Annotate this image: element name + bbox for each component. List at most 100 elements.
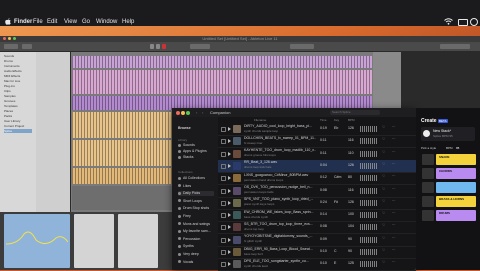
like-icon[interactable]: ♡: [382, 236, 385, 241]
nav-library-item[interactable]: Sounds: [178, 143, 195, 148]
nav-browse[interactable]: Browse: [178, 126, 191, 131]
play-icon[interactable]: [228, 225, 231, 230]
browser-item[interactable]: Places: [4, 109, 32, 113]
pack-thumbnail[interactable]: [233, 211, 241, 220]
back-icon[interactable]: ‹: [196, 110, 197, 115]
play-icon[interactable]: [228, 262, 231, 267]
browser-item[interactable]: Instruments: [4, 64, 32, 68]
nav-collection-item[interactable]: Synths: [178, 244, 214, 249]
minimize-icon[interactable]: [8, 37, 11, 40]
stack-play-button[interactable]: [423, 130, 430, 137]
pack-thumbnail[interactable]: [233, 125, 241, 133]
battery-icon[interactable]: [458, 19, 468, 26]
play-icon[interactable]: [228, 213, 231, 218]
menu-finder[interactable]: Finder: [14, 19, 32, 25]
maximize-icon[interactable]: [13, 37, 16, 40]
more-icon[interactable]: ⋯: [392, 236, 396, 241]
companion-minimize-icon[interactable]: [181, 111, 185, 115]
nav-collection-item[interactable]: Percussion: [178, 237, 214, 242]
stop-button[interactable]: [156, 44, 160, 49]
menu-go[interactable]: Go: [82, 19, 90, 25]
card-thumbnail[interactable]: [422, 154, 434, 165]
browser-item[interactable]: Samples: [4, 94, 32, 98]
pack-thumbnail[interactable]: [233, 161, 241, 170]
search-input[interactable]: Search Splice: [330, 110, 380, 115]
more-icon[interactable]: ⋯: [392, 187, 396, 192]
companion-close-icon[interactable]: [176, 111, 180, 115]
row-checkbox[interactable]: [221, 139, 226, 145]
like-icon[interactable]: ♡: [382, 223, 385, 228]
nav-collection-item[interactable]: Mons and swings: [178, 222, 214, 227]
like-icon[interactable]: ♡: [382, 174, 385, 179]
row-checkbox[interactable]: [221, 225, 226, 231]
play-icon[interactable]: [228, 176, 231, 181]
like-icon[interactable]: ♡: [382, 125, 385, 130]
nav-collection-item[interactable]: All Collections: [178, 176, 214, 181]
record-button[interactable]: [162, 44, 166, 49]
control-center-icon[interactable]: [470, 18, 478, 26]
bpm-value[interactable]: 95: [456, 146, 459, 150]
row-checkbox[interactable]: [221, 127, 226, 132]
browser-item[interactable]: Current Project: [4, 124, 32, 128]
play-button[interactable]: [150, 44, 154, 49]
browser-item[interactable]: Audio Effects: [4, 69, 32, 73]
menu-edit[interactable]: Edit: [47, 19, 57, 25]
compressor-device[interactable]: [74, 214, 114, 268]
play-icon[interactable]: [228, 237, 231, 242]
row-checkbox[interactable]: [221, 151, 226, 157]
like-icon[interactable]: ♡: [382, 162, 385, 167]
position-field[interactable]: [190, 44, 210, 49]
row-checkbox[interactable]: [221, 176, 226, 182]
wifi-icon[interactable]: [444, 18, 453, 25]
pack-thumbnail[interactable]: [233, 223, 241, 232]
nav-collection-item[interactable]: Short Loops: [178, 199, 214, 204]
more-icon[interactable]: ⋯: [392, 150, 396, 155]
browser-item[interactable]: MIDI Effects: [4, 74, 32, 78]
nav-collection-item[interactable]: Very deep: [178, 252, 214, 257]
like-icon[interactable]: ♡: [382, 199, 385, 204]
more-icon[interactable]: ⋯: [392, 211, 396, 216]
more-icon[interactable]: ⋯: [392, 125, 396, 130]
browser-item[interactable]: Drums: [4, 59, 32, 63]
pack-thumbnail[interactable]: [233, 260, 241, 269]
pack-thumbnail[interactable]: [233, 137, 241, 146]
apple-icon[interactable]: [5, 18, 11, 25]
forward-icon[interactable]: ›: [202, 110, 203, 115]
stack-layer-card[interactable]: [436, 182, 476, 193]
play-icon[interactable]: [228, 250, 231, 254]
browser-item[interactable]: Max for Live: [4, 79, 32, 83]
more-icon[interactable]: ⋯: [392, 162, 396, 167]
row-checkbox[interactable]: [221, 200, 226, 206]
pack-thumbnail[interactable]: [233, 235, 241, 244]
card-thumbnail[interactable]: [422, 210, 434, 221]
reverb-device[interactable]: [118, 214, 158, 268]
browser-item[interactable]: Templates: [4, 104, 32, 108]
browser-item[interactable]: Sounds: [4, 54, 32, 58]
nav-collection-item[interactable]: Firey: [178, 214, 214, 219]
like-icon[interactable]: ♡: [382, 248, 385, 253]
like-icon[interactable]: ♡: [382, 211, 385, 216]
nav-collection-item[interactable]: Likes: [178, 184, 214, 189]
nav-collection-item[interactable]: Vocals: [178, 260, 214, 265]
nav-collection-item[interactable]: My favorite sam...: [178, 229, 214, 234]
row-checkbox[interactable]: [221, 188, 226, 194]
menu-help[interactable]: Help: [122, 19, 134, 25]
like-icon[interactable]: ♡: [382, 137, 385, 142]
play-icon[interactable]: [228, 139, 231, 144]
pick-style-button[interactable]: Pick a style: [421, 146, 436, 150]
close-icon[interactable]: [3, 37, 6, 40]
play-icon[interactable]: [228, 188, 231, 193]
nav-library-item[interactable]: Apps & Plugins: [178, 149, 207, 154]
nav-collection-item[interactable]: Drum Stop shots: [178, 206, 214, 211]
menu-window[interactable]: Window: [96, 19, 117, 25]
browser-item[interactable]: Clips: [4, 89, 32, 93]
row-checkbox[interactable]: [221, 250, 226, 255]
browser-item[interactable]: User Library: [4, 119, 32, 123]
menu-file[interactable]: File: [33, 19, 43, 25]
pack-thumbnail[interactable]: [233, 186, 241, 195]
row-checkbox[interactable]: [221, 163, 226, 169]
card-thumbnail[interactable]: [422, 182, 434, 193]
browser-item[interactable]: Packs: [4, 114, 32, 118]
pack-thumbnail[interactable]: [233, 198, 241, 207]
card-thumbnail[interactable]: [422, 168, 434, 179]
